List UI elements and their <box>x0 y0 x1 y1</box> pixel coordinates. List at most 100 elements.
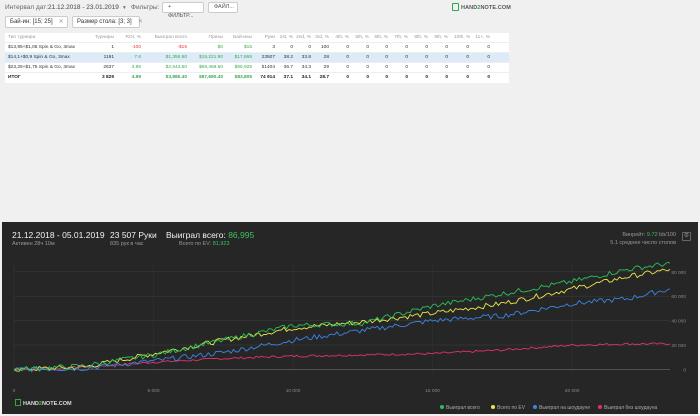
file-button[interactable]: ФАЙЛ... <box>208 2 238 13</box>
chip-table-size[interactable]: Размер стола: [3; 3] ✕ <box>72 16 143 28</box>
table-cell: 28.7 <box>319 75 329 80</box>
table-cell: 0 <box>466 45 469 50</box>
table-cell: 9th, % <box>434 35 448 40</box>
table-cell: Турниры <box>94 35 114 40</box>
table-row[interactable]: $14,1+$0,9 Spin & Go, 3max 1191 7.6 $1,356.… <box>5 53 509 63</box>
table-cell: 0 <box>466 65 469 70</box>
table-cell: 0 <box>346 45 349 50</box>
date-range-picker[interactable]: 21.12.2018 - 23.01.2019 ▼ <box>48 4 127 11</box>
legend-ev-total[interactable]: Всего по EV <box>491 405 525 411</box>
table-cell: 0 <box>405 65 408 70</box>
filters-label: Фильтры: <box>131 4 160 11</box>
table-cell: 4.99 <box>131 75 141 80</box>
legend-dot <box>491 405 495 409</box>
table-cell: 6th, % <box>374 35 388 40</box>
table-cell: 0 <box>366 65 369 70</box>
hand2note-logo: HAND2NOTE.COM <box>452 3 511 11</box>
table-row[interactable]: $13,95+$1,05 Spin & Go, 3max 1 -100 -$15 $0 $… <box>5 43 509 53</box>
table-cell: 0 <box>445 75 448 80</box>
table-cell: 3 <box>272 45 275 50</box>
table-cell: 28 <box>323 55 329 60</box>
series-line-3 <box>13 342 671 371</box>
table-cell: $13,95+$1,05 Spin & Go, 3max <box>8 45 76 50</box>
table-cell: Выиграл всего <box>154 35 187 40</box>
table-cell: Бай-ины <box>233 35 252 40</box>
close-icon[interactable]: ✕ <box>138 19 143 25</box>
date-range-label: Интервал дат: <box>5 4 49 11</box>
table-cell: $17,865 <box>234 55 252 60</box>
table-cell: 0 <box>425 65 428 70</box>
table-cell: 1st, % <box>279 35 293 40</box>
table-cell: 7.6 <box>134 55 141 60</box>
table-cell: $15 <box>243 45 252 50</box>
filter-button[interactable]: + ФИЛЬТР... <box>162 2 204 19</box>
table-cell: 0 <box>466 55 469 60</box>
winnings-chart: 0 20 000 40 000 60 000 80 000 0 5 000 10 000 15 … <box>13 261 686 394</box>
table-cell: -100 <box>131 45 141 50</box>
table-cell: 2637 <box>103 65 114 70</box>
table-cell: 3 829 <box>101 75 114 80</box>
table-cell: $1,356.90 <box>165 55 187 60</box>
table-cell: 0 <box>385 45 388 50</box>
table-cell: 1 <box>111 45 114 50</box>
table-cell: 4th, % <box>335 35 349 40</box>
table-cell: 0 <box>405 75 408 80</box>
table-header[interactable]: Тип турнира Турниры ROI, % Выиграл всего При… <box>5 33 509 43</box>
table-cell: 3rd, % <box>315 35 329 40</box>
table-cell: Тип турнира <box>8 35 36 40</box>
table-cell: 0 <box>445 45 448 50</box>
plus-icon: + <box>168 4 172 10</box>
table-cell: 10th, % <box>454 35 471 40</box>
table-cell: 34.3 <box>301 65 311 70</box>
x-tick-label: 0 <box>13 388 16 394</box>
table-cell: 0 <box>366 55 369 60</box>
table-cell: 0 <box>290 45 293 50</box>
table-cell: $0 <box>217 45 223 50</box>
table-cell: 0 <box>487 75 490 80</box>
table-cell: 0 <box>425 75 428 80</box>
table-cell: 74 914 <box>260 75 275 80</box>
table-cell: $68,468.50 <box>198 65 223 70</box>
y-tick-label: 60 000 <box>671 294 686 300</box>
table-cell: Руки <box>264 35 275 40</box>
legend-dot <box>598 405 602 409</box>
table-cell: 0 <box>385 75 388 80</box>
x-tick-label: 15 000 <box>425 388 440 394</box>
table-cell: 0 <box>366 75 369 80</box>
table-cell: 51404 <box>261 65 275 70</box>
table-cell: 0 <box>445 65 448 70</box>
legend-won-total[interactable]: Выиграл всего <box>440 405 480 411</box>
table-cell: ИТОГ <box>8 75 21 80</box>
table-cell: 2nd, % <box>296 35 311 40</box>
legend-showdown[interactable]: Выиграл на шоудауне <box>533 405 590 411</box>
table-cell: -$15 <box>177 45 187 50</box>
table-cell: $2,543.50 <box>165 65 187 70</box>
table-cell: 34.1 <box>301 75 311 80</box>
table-cell: 0 <box>405 55 408 60</box>
logo-icon <box>452 3 459 11</box>
top-toolbar: Интервал дат: 21.12.2018 - 23.01.2019 ▼ Ф… <box>0 0 700 19</box>
table-cell: 0 <box>487 55 490 60</box>
table-cell: $87,690.40 <box>198 75 223 80</box>
table-cell: 0 <box>487 45 490 50</box>
legend-dot <box>440 405 444 409</box>
chip-buyin[interactable]: Бай-ин: [15; 25] ✕ <box>5 16 68 28</box>
table-row[interactable]: $23,25+$1,75 Spin & Go, 3max 2637 3.86 $2,5… <box>5 63 509 73</box>
table-total-row[interactable]: ИТОГ 3 829 4.99 $3,885.40 $87,690.40 $83,805 7… <box>5 73 509 83</box>
table-cell: 0 <box>487 65 490 70</box>
table-cell: 0 <box>346 55 349 60</box>
series-line-0 <box>13 261 671 372</box>
close-icon[interactable]: ✕ <box>59 19 64 25</box>
table-cell: 38.2 <box>283 55 293 60</box>
y-tick-label: 20 000 <box>671 343 686 349</box>
chevron-down-icon: ▼ <box>121 5 127 11</box>
table-cell: Призы <box>208 35 223 40</box>
table-cell: $83,805 <box>234 75 252 80</box>
table-cell: 0 <box>385 65 388 70</box>
tournament-table: Тип турнира Турниры ROI, % Выиграл всего При… <box>5 33 509 83</box>
table-cell: 8th, % <box>414 35 428 40</box>
table-cell: 0 <box>308 45 311 50</box>
legend-no-showdown[interactable]: Выиграл без шоудауна <box>598 405 657 411</box>
table-cell: 7th, % <box>394 35 408 40</box>
table-cell: 37.1 <box>283 75 293 80</box>
